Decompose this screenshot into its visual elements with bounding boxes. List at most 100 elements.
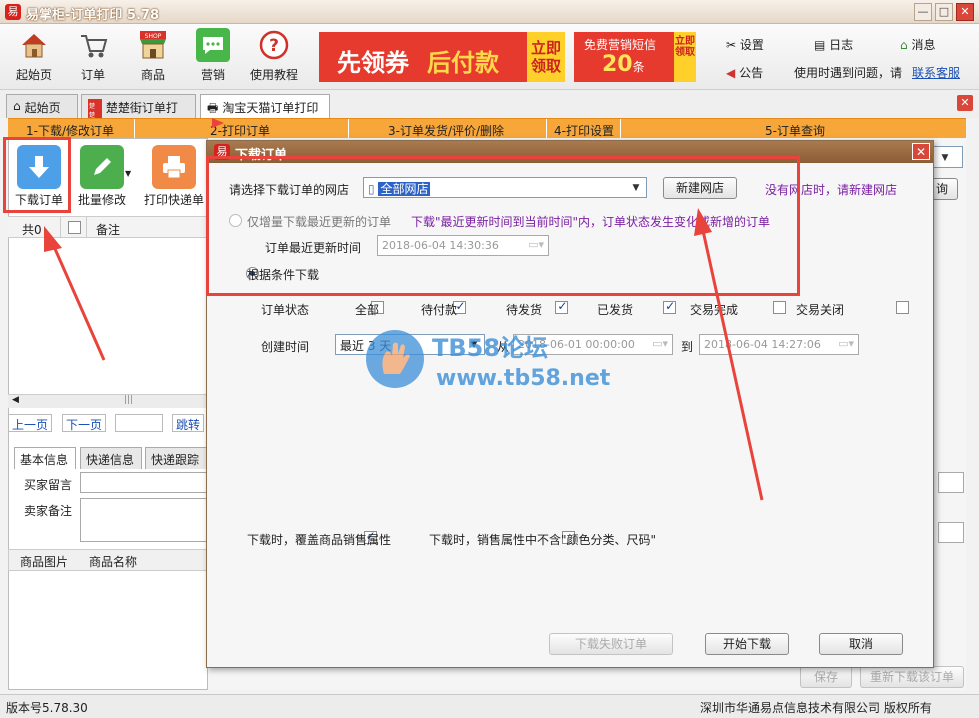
status-closed-checkbox[interactable]: [895, 301, 909, 314]
cancel-button[interactable]: 取消: [819, 633, 903, 655]
main-toolbar: 起始页 订单 SHOP 商品 营销 ? 使用教程 先领券 后付款 立即领取 免费…: [0, 24, 979, 90]
select-all-checkbox[interactable]: [68, 221, 81, 234]
product-name-header: 商品名称: [89, 555, 138, 569]
next-page-button[interactable]: 下一页: [62, 414, 107, 432]
right-field[interactable]: [938, 472, 964, 493]
redownload-button[interactable]: 重新下载该订单: [860, 666, 964, 688]
note-column-header: 备注: [96, 223, 121, 237]
tab-start-page[interactable]: ⌂ 起始页: [6, 94, 78, 118]
detail-tab-basic[interactable]: 基本信息: [14, 447, 76, 469]
to-label: 到: [681, 340, 694, 354]
messages-link[interactable]: ⌂ 消息: [900, 36, 935, 53]
jump-button[interactable]: 跳转: [172, 414, 205, 432]
download-failed-button[interactable]: 下载失败订单: [549, 633, 673, 655]
step-divider: [134, 119, 135, 139]
seller-note-label: 卖家备注: [24, 504, 73, 518]
save-button[interactable]: 保存: [800, 666, 852, 688]
batch-edit-button[interactable]: 批量修改: [71, 141, 133, 213]
horizontal-scrollbar[interactable]: ◀ |||: [8, 394, 206, 408]
toolbar-home-button[interactable]: 起始页: [3, 28, 65, 86]
step-3[interactable]: 3-订单发货/评价/删除: [388, 122, 504, 139]
status-closed-label: 交易关闭: [796, 303, 845, 317]
status-all-label: 全部: [355, 303, 380, 317]
prev-page-button[interactable]: 上一页: [8, 414, 53, 432]
scroll-thumb[interactable]: |||: [124, 395, 133, 405]
start-download-button[interactable]: 开始下载: [705, 633, 789, 655]
toolbar-tutorial-label: 使用教程: [249, 68, 298, 82]
calendar-icon: ▭▾: [838, 337, 854, 350]
step-divider: [348, 119, 349, 139]
buyer-message-field: [80, 472, 208, 493]
detail-tab-express[interactable]: 快递信息: [80, 447, 142, 469]
coupon-banner-text-a: 先领券: [337, 49, 409, 77]
help-text: 使用时遇到问题，请: [794, 66, 903, 80]
seller-note-field[interactable]: [80, 498, 208, 542]
status-completed-checkbox[interactable]: [772, 301, 786, 314]
notice-link[interactable]: ◀ 公告: [726, 64, 763, 81]
coupon-banner-cta[interactable]: 立即领取: [527, 32, 565, 82]
product-image-header: 商品图片: [20, 555, 69, 569]
tab-taobao-print[interactable]: 🖶 淘宝天猫订单打印: [200, 94, 330, 119]
status-pending-shipment-checkbox[interactable]: [555, 299, 569, 314]
coupon-banner[interactable]: 先领券 后付款 立即领取: [319, 32, 565, 82]
page-number-input[interactable]: [115, 414, 163, 432]
sms-banner-cta[interactable]: 立即领取: [674, 32, 696, 82]
right-dropdown[interactable]: ▼: [933, 146, 963, 168]
sms-banner[interactable]: 免费营销短信 20条 立即领取: [574, 32, 696, 82]
cart-icon: [76, 28, 110, 62]
step-divider: [620, 119, 621, 139]
to-datetime-field[interactable]: 2018-06-04 14:27:06 ▭▾: [699, 334, 859, 355]
toolbar-marketing-button[interactable]: 营销: [182, 28, 244, 86]
step-5[interactable]: 5-订单查询: [765, 122, 825, 139]
toolbar-marketing-label: 营销: [200, 68, 225, 82]
watermark-title: TB58论坛: [432, 334, 549, 362]
print-express-label: 打印快递单: [143, 193, 204, 207]
toolbar-product-button[interactable]: SHOP 商品: [122, 28, 184, 86]
shop-icon: SHOP: [136, 28, 170, 62]
batch-edit-dropdown-icon[interactable]: ▼: [125, 169, 131, 178]
shop-badge-text: SHOP: [145, 33, 162, 40]
log-link[interactable]: ▤ 日志: [814, 36, 853, 53]
title-bar: 易 易掌柜-订单打印 5.78 — □ ✕: [0, 0, 979, 24]
minimize-button[interactable]: —: [914, 3, 932, 21]
detail-tab-tracking[interactable]: 快递跟踪: [145, 447, 207, 469]
calendar-icon: ▭▾: [652, 337, 668, 350]
status-pending-payment-label: 待付款: [421, 303, 458, 317]
step-2[interactable]: 2-打印订单: [210, 122, 270, 139]
tab-strip: ⌂起始页 楚楚楚楚街订单打印 🖶淘宝天猫订单打印: [0, 90, 979, 132]
right-field[interactable]: [938, 522, 964, 543]
app-icon: 易: [5, 4, 21, 20]
home-icon: ⌂: [13, 99, 21, 113]
batch-edit-label: 批量修改: [77, 193, 126, 207]
buyer-message-label: 买家留言: [24, 478, 73, 492]
print-express-button[interactable]: 打印快递单: [141, 141, 207, 213]
toolbar-order-button[interactable]: 订单: [62, 28, 124, 86]
order-status-label: 订单状态: [261, 303, 310, 317]
log-icon: ▤: [814, 38, 826, 52]
home-icon: [17, 28, 51, 62]
chat-icon: [196, 28, 230, 62]
status-shipped-checkbox[interactable]: [663, 299, 677, 314]
created-time-label: 创建时间: [261, 340, 310, 354]
maximize-button[interactable]: □: [935, 3, 953, 21]
download-highlight-box: [3, 137, 71, 213]
tab-chuchu-print[interactable]: 楚楚楚楚街订单打印: [81, 94, 196, 132]
toolbar-product-label: 商品: [140, 68, 165, 82]
toolbar-tutorial-button[interactable]: ? 使用教程: [243, 28, 305, 86]
scroll-left-icon[interactable]: ◀: [12, 395, 19, 405]
contact-support-link[interactable]: 联系客服: [912, 64, 960, 81]
printer-icon: 🖶: [207, 101, 219, 115]
tab-close-button[interactable]: ✕: [957, 95, 973, 111]
help-icon: ?: [257, 28, 291, 62]
copyright-label: 深圳市华通易点信息技术有限公司 版权所有: [700, 701, 932, 715]
close-button[interactable]: ✕: [956, 3, 974, 21]
sms-banner-count: 20条: [602, 52, 645, 77]
grid-divider: [86, 217, 87, 237]
toolbar-order-label: 订单: [80, 68, 105, 82]
version-label: 版本号5.78.30: [6, 701, 88, 715]
step-4[interactable]: 4-打印设置: [554, 122, 614, 139]
toolbar-home-label: 起始页: [15, 68, 52, 82]
settings-link[interactable]: ✂ 设置: [726, 36, 764, 53]
pencil-icon: [80, 145, 124, 189]
dialog-close-button[interactable]: ✕: [912, 143, 930, 160]
